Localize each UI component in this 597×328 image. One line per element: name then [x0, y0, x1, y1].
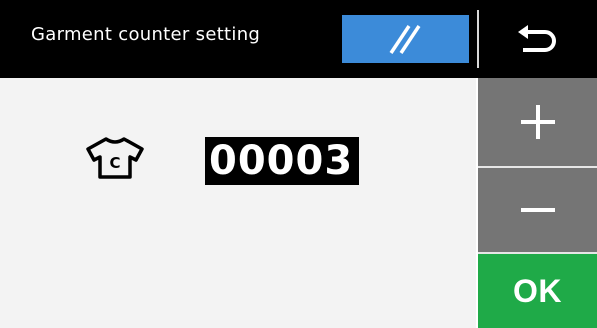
counter-value: 00003	[205, 137, 360, 185]
minus-button[interactable]	[478, 168, 597, 252]
counter-panel: C 00003	[0, 78, 476, 328]
tshirt-c-icon: C	[84, 136, 146, 185]
ok-label: OK	[513, 272, 562, 309]
page-title: Garment counter setting	[31, 24, 261, 45]
ok-button[interactable]: OK	[478, 254, 597, 328]
stripe-button[interactable]	[342, 15, 469, 63]
tshirt-letter: C	[109, 154, 120, 172]
double-slash-icon	[389, 25, 421, 54]
plus-button[interactable]	[478, 78, 597, 166]
plus-icon	[520, 105, 555, 139]
back-button[interactable]	[479, 0, 597, 78]
header-bar: Garment counter setting	[0, 0, 597, 78]
minus-icon	[520, 208, 555, 212]
return-arrow-icon	[518, 25, 556, 52]
